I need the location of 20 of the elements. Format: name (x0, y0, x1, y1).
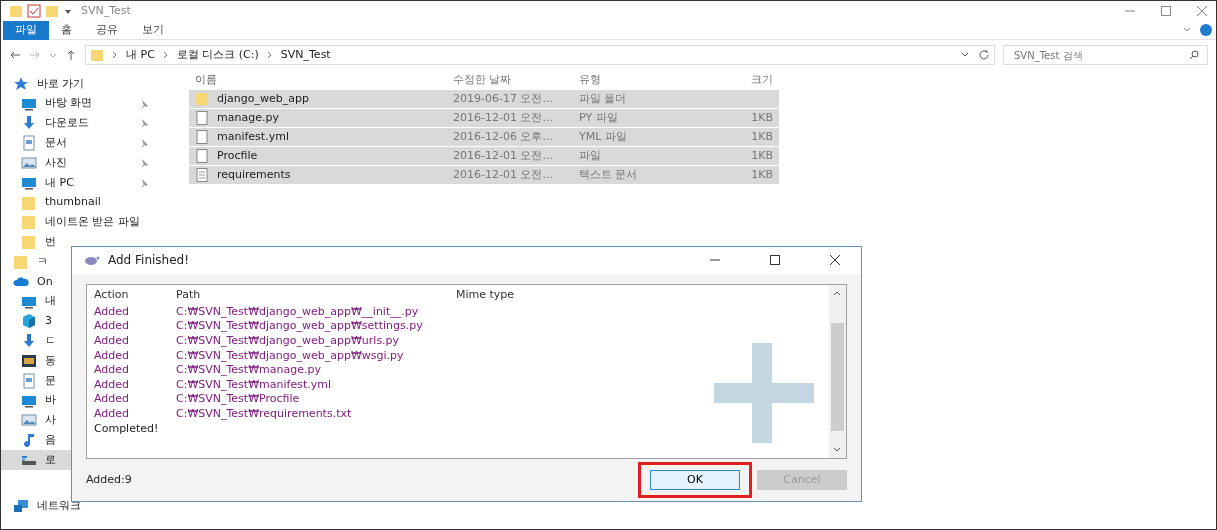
log-path: C:₩SVN_Test₩manifest.yml (176, 377, 331, 391)
log-path: C:₩SVN_Test₩django_web_app₩urls.py (176, 334, 400, 348)
log-action: Added (94, 377, 130, 391)
dialog-title: Add Finished! (108, 252, 190, 270)
summary-text: Added:9 (86, 471, 132, 488)
log-path: C:₩SVN_Test₩Procfile (176, 392, 300, 406)
log-path: C:₩SVN_Test₩django_web_app₩wsgi.py (176, 348, 404, 362)
log-action: Added (94, 392, 130, 406)
log-action: Added (94, 304, 130, 318)
log-path: C:₩SVN_Test₩django_web_app₩settings.py (176, 319, 423, 333)
log-action: Added (94, 319, 130, 333)
log-path: C:₩SVN_Test₩manage.py (176, 363, 321, 377)
log-action: Added (94, 407, 130, 421)
log-action: Added (94, 363, 130, 377)
log-action: Added (94, 348, 130, 362)
log-action: Added (94, 334, 130, 348)
log-path: C:₩SVN_Test₩requirements.txt (176, 407, 352, 421)
log-path: C:₩SVN_Test₩django_web_app₩__init__.py (176, 304, 419, 318)
window-title: SVN_Test (81, 2, 131, 19)
log-action: Completed! (94, 421, 159, 435)
